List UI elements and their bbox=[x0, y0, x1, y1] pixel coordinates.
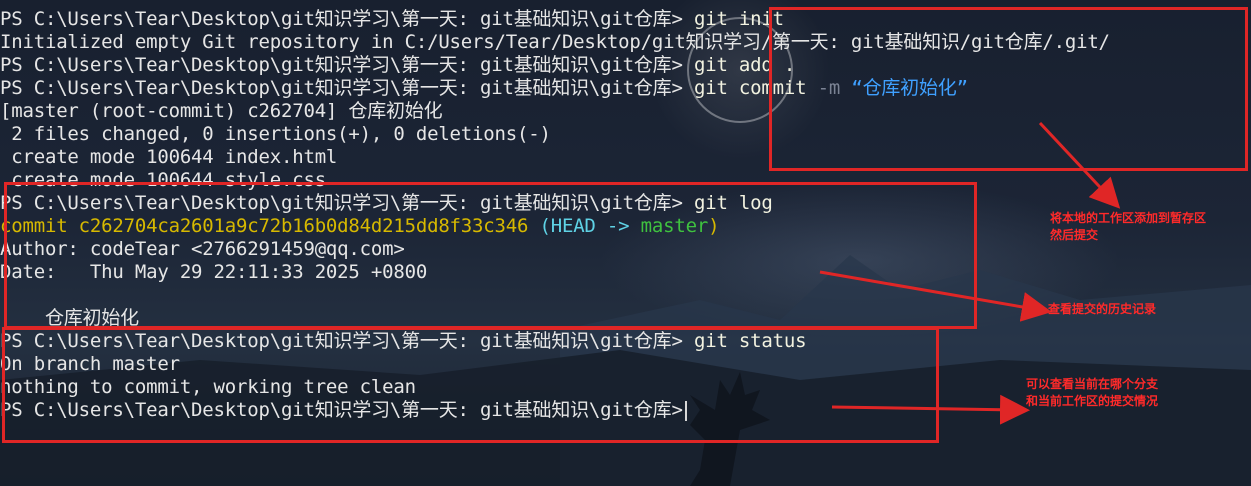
annotation-note-log: 查看提交的历史记录 bbox=[1048, 302, 1157, 316]
arrow-to-note3 bbox=[831, 394, 1030, 425]
annotation-note-status: 可以查看当前在哪个分支 和当前工作区的提交情况 bbox=[1026, 377, 1159, 408]
annotation-note-add-commit: 将本地的工作区添加到暂存区 然后提交 bbox=[1050, 211, 1207, 242]
arrow-to-note1 bbox=[1038, 121, 1121, 209]
arrow-to-note2 bbox=[819, 270, 1052, 322]
